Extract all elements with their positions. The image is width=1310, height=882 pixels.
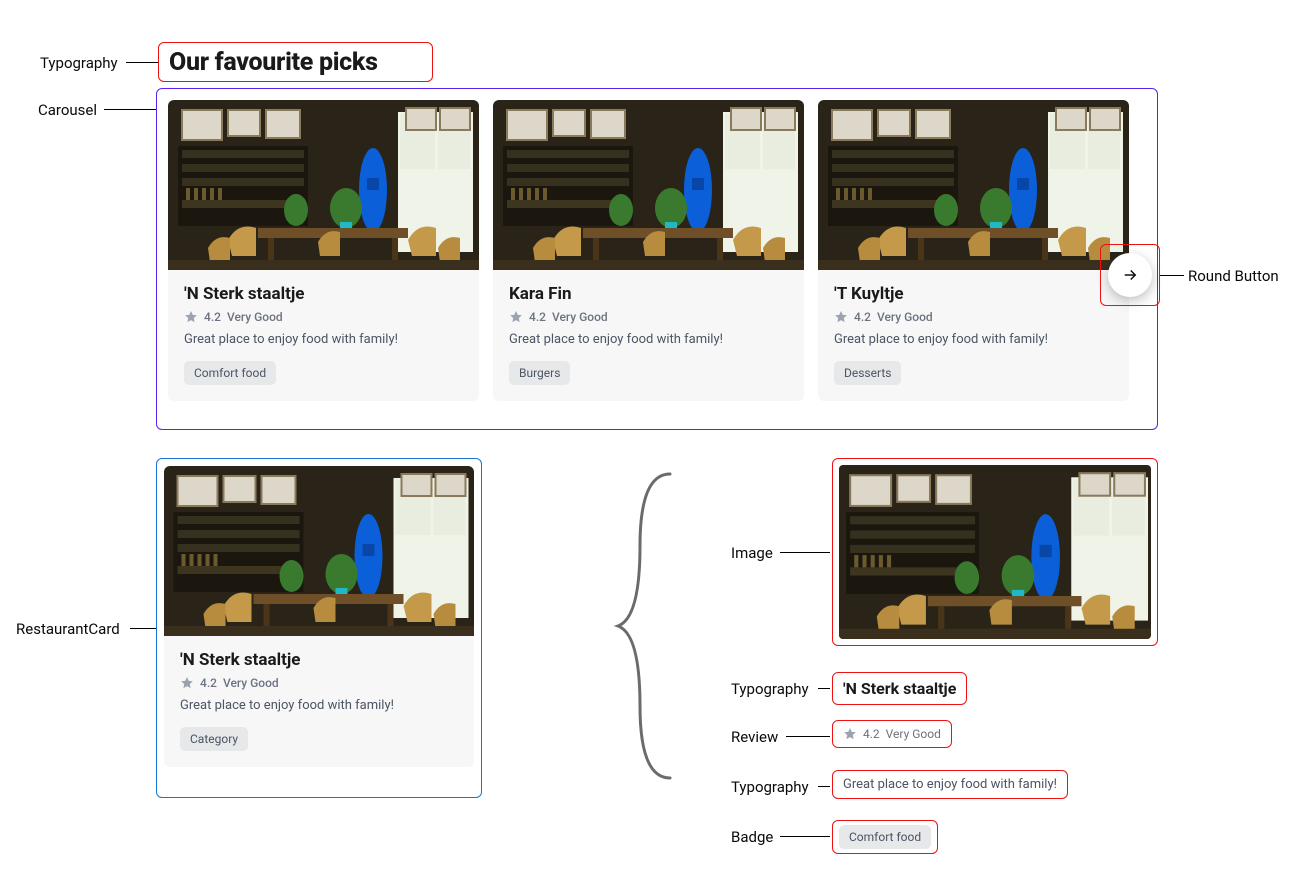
category-badge: Burgers xyxy=(509,361,570,385)
rating-score: 4.2 xyxy=(529,310,546,324)
carousel[interactable]: 'N Sterk staaltje 4.2 Very Good Great pl… xyxy=(160,92,1154,409)
restaurant-title: 'N Sterk staaltje xyxy=(184,284,463,304)
review-outline: 4.2 Very Good xyxy=(832,720,952,748)
restaurant-card[interactable]: 'N Sterk staaltje 4.2 Very Good Great pl… xyxy=(168,100,479,401)
restaurant-description: Great place to enjoy food with family! xyxy=(509,332,788,347)
category-badge: Comfort food xyxy=(184,361,276,385)
restaurant-card[interactable]: 'T Kuyltje 4.2 Very Good Great place to … xyxy=(818,100,1129,401)
restaurant-title: 'N Sterk staaltje xyxy=(180,650,458,670)
heading-outline: Our favourite picks xyxy=(158,42,433,82)
restaurant-title: 'N Sterk staaltje xyxy=(843,679,956,698)
annotation-restaurant-card: RestaurantCard xyxy=(16,620,120,638)
rating-label: Very Good xyxy=(227,310,283,324)
rating-score: 4.2 xyxy=(854,310,871,324)
restaurant-title: 'T Kuyltje xyxy=(834,284,1113,304)
star-icon xyxy=(843,727,857,741)
rating-label: Very Good xyxy=(223,676,279,690)
annotation-connector xyxy=(786,736,830,737)
restaurant-image xyxy=(164,466,474,636)
annotation-connector xyxy=(1160,275,1184,276)
restaurant-description: Great place to enjoy food with family! xyxy=(184,332,463,347)
annotation-connector xyxy=(104,109,156,110)
star-icon xyxy=(509,310,523,324)
rating-score: 4.2 xyxy=(863,727,880,741)
annotation-review: Review xyxy=(731,728,778,746)
restaurant-description: Great place to enjoy food with family! xyxy=(834,332,1113,347)
rating-score: 4.2 xyxy=(204,310,221,324)
round-button-outline xyxy=(1100,244,1160,306)
annotation-typography-heading: Typography xyxy=(40,54,118,72)
restaurant-image xyxy=(493,100,804,270)
restaurant-review: 4.2 Very Good xyxy=(180,676,458,690)
category-badge: Comfort food xyxy=(839,825,931,849)
restaurant-image xyxy=(818,100,1129,270)
restaurant-image xyxy=(168,100,479,270)
category-badge: Category xyxy=(180,727,248,751)
rating-label: Very Good xyxy=(877,310,933,324)
rating-label: Very Good xyxy=(886,727,941,741)
annotation-connector xyxy=(126,62,158,63)
page-title: Our favourite picks xyxy=(169,48,378,77)
restaurant-review: 4.2 Very Good xyxy=(184,310,463,324)
badge-outline: Comfort food xyxy=(832,820,938,854)
restaurant-card[interactable]: Kara Fin 4.2 Very Good Great place to en… xyxy=(493,100,804,401)
annotation-image: Image xyxy=(731,544,773,562)
restaurant-image xyxy=(839,465,1151,639)
restaurant-description: Great place to enjoy food with family! xyxy=(180,698,458,713)
category-badge: Desserts xyxy=(834,361,901,385)
star-icon xyxy=(834,310,848,324)
description-outline: Great place to enjoy food with family! xyxy=(832,770,1068,799)
restaurant-review: 4.2 Very Good xyxy=(509,310,788,324)
annotation-badge: Badge xyxy=(731,828,773,846)
annotation-carousel: Carousel xyxy=(38,101,97,119)
restaurant-description: Great place to enjoy food with family! xyxy=(843,777,1057,792)
annotation-connector xyxy=(780,836,830,837)
annotation-round-button: Round Button xyxy=(1188,267,1279,285)
star-icon xyxy=(180,676,194,690)
annotation-connector xyxy=(130,628,156,629)
restaurant-title: Kara Fin xyxy=(509,284,788,304)
rating-label: Very Good xyxy=(552,310,608,324)
brace-decoration xyxy=(610,466,690,786)
restaurant-review: 4.2 Very Good xyxy=(843,727,941,741)
annotation-connector xyxy=(818,786,830,787)
title-outline: 'N Sterk staaltje xyxy=(832,672,967,705)
restaurant-card[interactable]: 'N Sterk staaltje 4.2 Very Good Great pl… xyxy=(164,466,474,767)
restaurant-review: 4.2 Very Good xyxy=(834,310,1113,324)
rating-score: 4.2 xyxy=(200,676,217,690)
annotation-connector xyxy=(780,552,830,553)
star-icon xyxy=(184,310,198,324)
annotation-typography-title: Typography xyxy=(731,680,809,698)
annotation-connector xyxy=(818,688,830,689)
annotation-typography-desc: Typography xyxy=(731,778,809,796)
image-outline xyxy=(832,458,1158,646)
